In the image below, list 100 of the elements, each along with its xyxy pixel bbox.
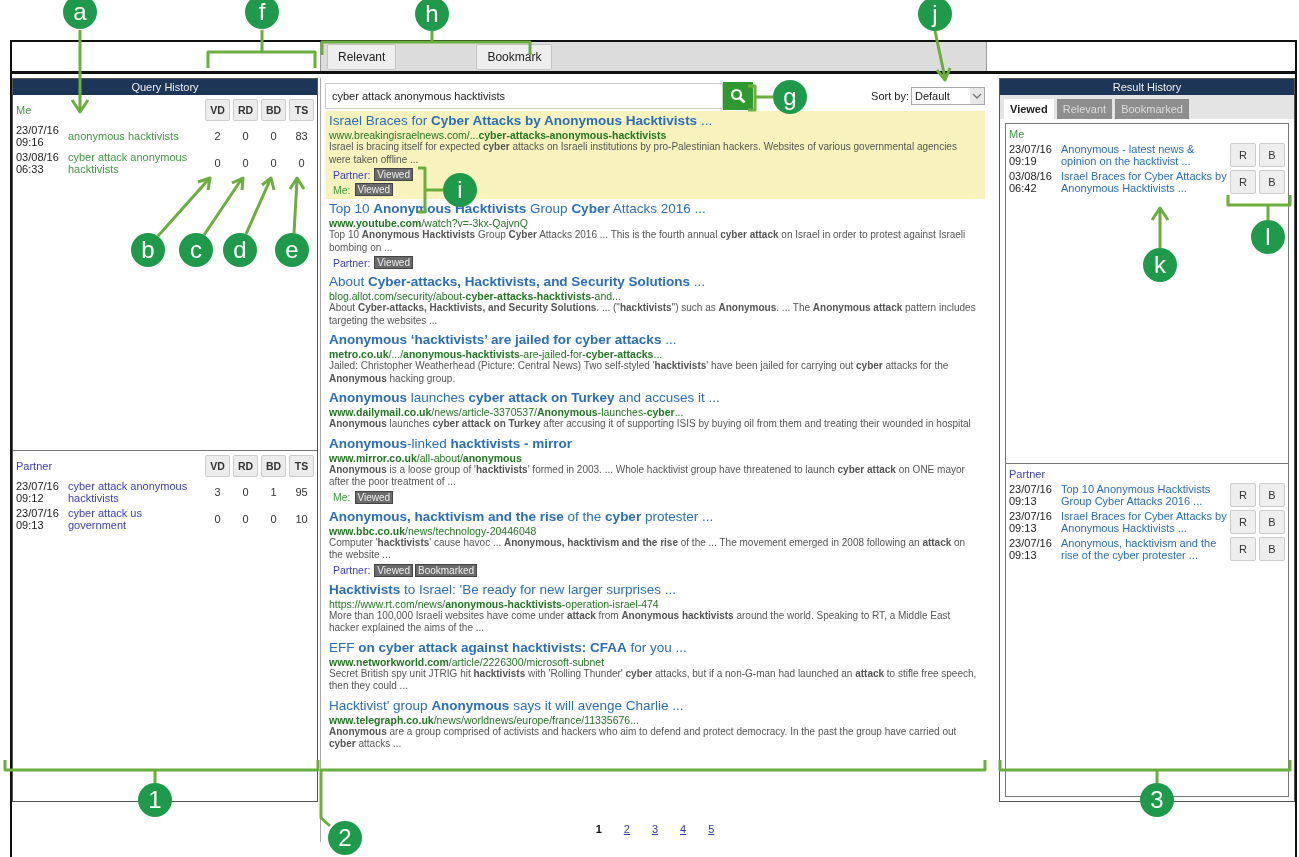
leader-line (933, 29, 952, 82)
mark-button[interactable]: R (1230, 143, 1256, 167)
caret-icon (970, 88, 984, 104)
count-value: 0 (241, 486, 250, 498)
mark-button[interactable]: R (1230, 483, 1256, 507)
toolbar-button[interactable]: Relevant (327, 43, 397, 70)
mark-button[interactable]: B (1259, 170, 1285, 194)
mark-button[interactable]: R (1230, 170, 1256, 194)
column-header-button[interactable]: BD (261, 455, 286, 477)
result-url: www.breakingisraelnews.com/...cyber-attacks-anonymous-hacktivists (329, 129, 667, 141)
page-link[interactable]: 5 (708, 823, 715, 836)
mark-button[interactable]: B (1259, 537, 1285, 561)
status-badge: Viewed (374, 563, 413, 577)
page-link[interactable]: 1 (595, 823, 602, 836)
callout-marker: f (245, 0, 279, 29)
count-value: 0 (269, 157, 278, 169)
column-header-button[interactable]: BD (261, 99, 286, 121)
view-date: 23/07/16 (1009, 537, 1053, 549)
column-header-button[interactable]: RD (233, 99, 258, 121)
page-link[interactable]: 2 (623, 823, 630, 836)
sort-dropdown[interactable]: Default (911, 87, 985, 105)
count-value: 95 (294, 486, 309, 498)
callout-marker: g (773, 80, 807, 114)
count-value: 0 (241, 130, 250, 142)
count-value: 0 (269, 513, 278, 525)
mark-button[interactable]: B (1259, 483, 1285, 507)
status-badge: Viewed (374, 168, 413, 181)
tab[interactable]: Viewed (1004, 99, 1054, 119)
section-label: Me (1009, 128, 1026, 140)
history-result-link[interactable]: Israel Braces for Cyber Attacks by Anonymous Hacktivists ... (1061, 510, 1227, 534)
result-snippet: Anonymous is a loose group of 'hacktivists' formed in 2003. ... Whole hacktivist group have threatened to launch cyber attack on ONE mayor after the poor treatment of ... (329, 463, 966, 489)
count-value: 0 (241, 157, 250, 169)
view-time: 06:42 (1009, 182, 1038, 194)
column-header-button[interactable]: TS (289, 455, 314, 477)
section-label: Partner (16, 460, 54, 472)
count-value: 0 (297, 157, 306, 169)
mark-button[interactable]: B (1259, 510, 1285, 534)
result-snippet: Jailed: Christopher Weatherhead (Picture: Central News) Two self-styled 'hacktivists' have been jailed for carrying out cyber attacks for the Anonymous hacking group. (329, 360, 950, 385)
tag-owner-label: Partner: (333, 256, 371, 269)
query-date: 03/08/16 (16, 151, 60, 163)
callout-marker: a (63, 0, 97, 29)
leader-line (244, 176, 276, 236)
query-date: 23/07/16 (16, 507, 60, 519)
search-button[interactable] (723, 82, 753, 110)
view-date: 23/07/16 (1009, 510, 1053, 522)
result-title-link[interactable]: Anonymous-linked hacktivists - mirror (329, 435, 981, 452)
count-value: 10 (294, 513, 309, 525)
result-snippet: About Cyber-attacks, Hacktivists, and Security Solutions. ... ("hacktivists") such as Anonymous. ... The Anonymous attack pattern includes targeting the websites ... (329, 302, 977, 327)
query-time: 09:13 (16, 519, 45, 531)
callout-marker: b (131, 233, 165, 267)
callout-marker: h (415, 0, 449, 31)
result-url: www.mirror.co.uk/all-about/anonymous (329, 451, 523, 464)
callout-marker: d (223, 233, 257, 267)
column-header-button[interactable]: RD (233, 455, 258, 477)
page-link[interactable]: 4 (680, 823, 687, 836)
mark-button[interactable]: R (1230, 537, 1256, 561)
search-field[interactable]: cyber attack anonymous hacktivists (325, 83, 723, 109)
query-time: 09:12 (16, 492, 45, 504)
panel-title: Result History (1000, 79, 1294, 95)
view-date: 23/07/16 (1009, 483, 1053, 495)
section-label: Partner (1009, 468, 1047, 480)
leader-line (1226, 193, 1292, 222)
history-result-link[interactable]: Anonymous, hacktivism and the rise of the cyber protester ... (1061, 537, 1227, 561)
result-title-link[interactable]: About Cyber-attacks, Hacktivists, and Security Solutions ... (329, 274, 981, 290)
mark-button[interactable]: R (1230, 510, 1256, 534)
count-value: 0 (269, 130, 278, 142)
column-header-button[interactable]: TS (289, 99, 314, 121)
result-snippet: Israel is bracing itself for expected cyber attacks on Israeli institutions by pro-Palestinian hackers. Websites of various governmental agencies were taken offline ... (329, 141, 958, 166)
result-url: metro.co.uk/.../anonymous-hacktivists-are-jailed-for-cyber-attacks... (329, 348, 663, 360)
result-title-link[interactable]: Hacktivist' group Anonymous says it will avenge Charlie ... (329, 697, 981, 714)
view-time: 09:19 (1009, 155, 1038, 167)
view-time: 09:13 (1009, 495, 1038, 507)
toolbar-button[interactable]: Bookmark (476, 43, 553, 70)
history-result-link[interactable]: Israel Braces for Cyber Attacks by Anonymous Hacktivists ... (1061, 170, 1227, 194)
result-title-link[interactable]: Hacktivists to Israel: 'Be ready for new larger surprises ... (329, 581, 981, 598)
history-result-link[interactable]: Anonymous - latest news & opinion on the hacktivist ... (1061, 143, 1227, 167)
query-link[interactable]: cyber attack us government (68, 507, 202, 531)
tag-owner-label: Partner: (333, 564, 371, 576)
query-link[interactable]: anonymous hacktivists (68, 130, 202, 142)
count-value: 0 (213, 513, 222, 525)
result-title-link[interactable]: Anonymous, hacktivism and the rise of the cyber protester ... (329, 508, 981, 525)
tag-owner-label: Partner: (333, 168, 371, 181)
result-title-link[interactable]: EFF on cyber attack against hacktivists: CFAA for you ... (329, 639, 981, 656)
result-url: www.networkworld.com/article/2226300/microsoft-subnet (329, 655, 606, 668)
column-header-button[interactable]: VD (205, 455, 230, 477)
callout-marker: i (443, 173, 477, 207)
tag-owner-label: Me: (333, 183, 351, 196)
history-result-link[interactable]: Top 10 Anonymous Hacktivists Group Cyber Attacks 2016 ... (1061, 483, 1227, 507)
result-title-link[interactable]: Anonymous launches cyber attack on Turkey and accuses it ... (329, 390, 981, 406)
page-link[interactable]: 3 (651, 823, 659, 836)
column-header-button[interactable]: VD (205, 99, 230, 121)
status-badge: Viewed (354, 490, 394, 504)
query-date: 23/07/16 (16, 480, 60, 492)
result-title-link[interactable]: Israel Braces for Cyber Attacks by Anonymous Hacktivists ... (329, 113, 981, 129)
query-link[interactable]: cyber attack anonymous hacktivists (68, 151, 202, 175)
result-snippet: Top 10 Anonymous Hacktivists Group Cyber Attacks 2016 ... This is the fourth annual cyber attack on Israel in order to protest against Israeli bombing on ... (329, 229, 967, 254)
result-title-link[interactable]: Anonymous ‘hacktivists’ are jailed for cyber attacks ... (329, 332, 981, 348)
count-value: 0 (241, 513, 250, 525)
sort-label: Sort by: (871, 90, 909, 102)
mark-button[interactable]: B (1259, 143, 1285, 167)
